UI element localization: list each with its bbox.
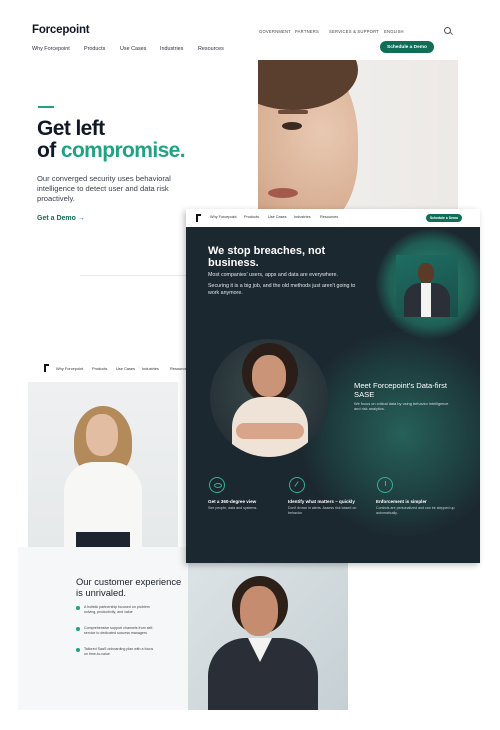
feature-title: Enforcement is simpler — [376, 499, 427, 504]
bullet-dot-icon — [76, 606, 80, 610]
language-selector[interactable]: ENGLISH — [384, 29, 404, 34]
p2-nav-usecases[interactable]: Use Cases — [268, 215, 287, 219]
man-portrait-image — [396, 255, 458, 317]
man-head — [418, 263, 434, 283]
p3-nav: Why Forcepoint Products Use Cases Indust… — [18, 360, 189, 378]
feature-title: Identify what matters – quickly — [288, 499, 355, 504]
nav-resources[interactable]: Resources — [198, 46, 224, 52]
feature-identify: Identify what matters – quickly Don't dr… — [288, 477, 368, 516]
feature-title: Get a 360-degree view — [208, 499, 257, 504]
p2-nav-industries[interactable]: Industries — [294, 215, 310, 219]
bullet-dot-icon — [76, 627, 80, 631]
w4-face — [240, 586, 278, 636]
customer-experience-heading: Our customer experience is unrivaled. — [76, 576, 182, 598]
util-government-link[interactable]: GOVERNMENT — [259, 29, 291, 34]
standing-woman-image — [28, 382, 178, 547]
p2-text-2: Securing it is a big job, and the old me… — [208, 283, 356, 296]
hero-title-line1: Get left — [37, 117, 105, 140]
p2-nav-products[interactable]: Products — [244, 215, 259, 219]
hero-portrait-image — [258, 60, 458, 220]
nav-products[interactable]: Products — [84, 46, 105, 52]
search-icon[interactable] — [444, 27, 451, 34]
nav-use-cases[interactable]: Use Cases — [120, 46, 146, 52]
eye-icon — [209, 477, 225, 493]
util-services-link[interactable]: SERVICES & SUPPORT — [329, 29, 379, 34]
nav-industries[interactable]: Industries — [160, 46, 183, 52]
portrait-eye — [282, 122, 302, 130]
p3-nav-usecases[interactable]: Use Cases — [116, 366, 135, 371]
man-shirt — [421, 283, 431, 317]
hero-title-of: of — [37, 139, 56, 162]
p2-nav-resources[interactable]: Resources — [320, 215, 338, 219]
p3-nav-products[interactable]: Products — [92, 366, 107, 371]
forcepoint-mark-icon[interactable] — [44, 364, 49, 372]
feature-desc: Controls are personalized and can be ste… — [376, 506, 455, 515]
schedule-demo-button[interactable]: Schedule a Demo — [380, 41, 434, 53]
benefit-text: Comprehensive support channels from self… — [84, 626, 154, 635]
p3-nav-why[interactable]: Why Forcepoint — [56, 366, 83, 371]
forcepoint-logo[interactable]: Forcepoint — [32, 24, 90, 36]
portrait-brow — [278, 110, 308, 114]
p2-nav-why[interactable]: Why Forcepoint — [210, 215, 237, 219]
p2-schedule-demo-button[interactable]: Schedule a Demo — [426, 214, 462, 222]
gauge-icon — [289, 477, 305, 493]
marketing-collage: Forcepoint GOVERNMENT PARTNERS SERVICES … — [0, 0, 500, 730]
hero-description: Our converged security uses behavioral i… — [37, 174, 171, 203]
feature-enforcement: Enforcement is simpler Controls are pers… — [376, 477, 456, 516]
benefit-text: A holistic partnership focused on proble… — [84, 605, 150, 614]
w2-arms — [236, 423, 304, 439]
nav-why-forcepoint[interactable]: Why Forcepoint — [32, 46, 70, 52]
bullet-dot-icon — [76, 648, 80, 652]
p2-headline: We stop breaches, not business. — [208, 245, 326, 269]
portrait-lips — [268, 188, 298, 198]
forcepoint-mark-icon[interactable] — [196, 214, 201, 222]
w3-face — [86, 414, 118, 456]
meet-sase-heading: Meet Forcepoint's Data-first SASE — [354, 381, 448, 399]
hero-title-accent: compromise. — [60, 139, 186, 162]
accent-divider — [38, 106, 54, 108]
w3-skirt — [76, 532, 130, 547]
w2-face — [252, 355, 286, 397]
hero-title: Get left of compromise. — [37, 117, 186, 162]
smiling-woman-image — [188, 560, 348, 710]
meet-sase-text: We focus on critical data by using behav… — [354, 401, 449, 411]
benefit-text: Tailored SaaS onboarding plan with a foc… — [84, 647, 154, 656]
feature-desc: Don't drown in alerts. Assess risk based… — [288, 506, 357, 515]
p2-nav: Why Forcepoint Products Use Cases Indust… — [186, 209, 480, 227]
util-partners-link[interactable]: PARTNERS — [295, 29, 319, 34]
feature-360-view: Get a 360-degree view See people, data a… — [208, 477, 288, 511]
woman-circle-image — [210, 339, 328, 457]
clock-icon — [377, 477, 393, 493]
customer-experience-page: Why Forcepoint Products Use Cases Indust… — [18, 360, 348, 710]
p2-text-1: Most companies' users, apps and data are… — [208, 272, 338, 278]
p3-nav-industries[interactable]: Industries — [142, 366, 159, 371]
feature-desc: See people, data and systems. — [208, 506, 258, 510]
get-demo-link[interactable]: Get a Demo → — [37, 215, 85, 222]
data-first-sase-page: Why Forcepoint Products Use Cases Indust… — [186, 209, 480, 563]
